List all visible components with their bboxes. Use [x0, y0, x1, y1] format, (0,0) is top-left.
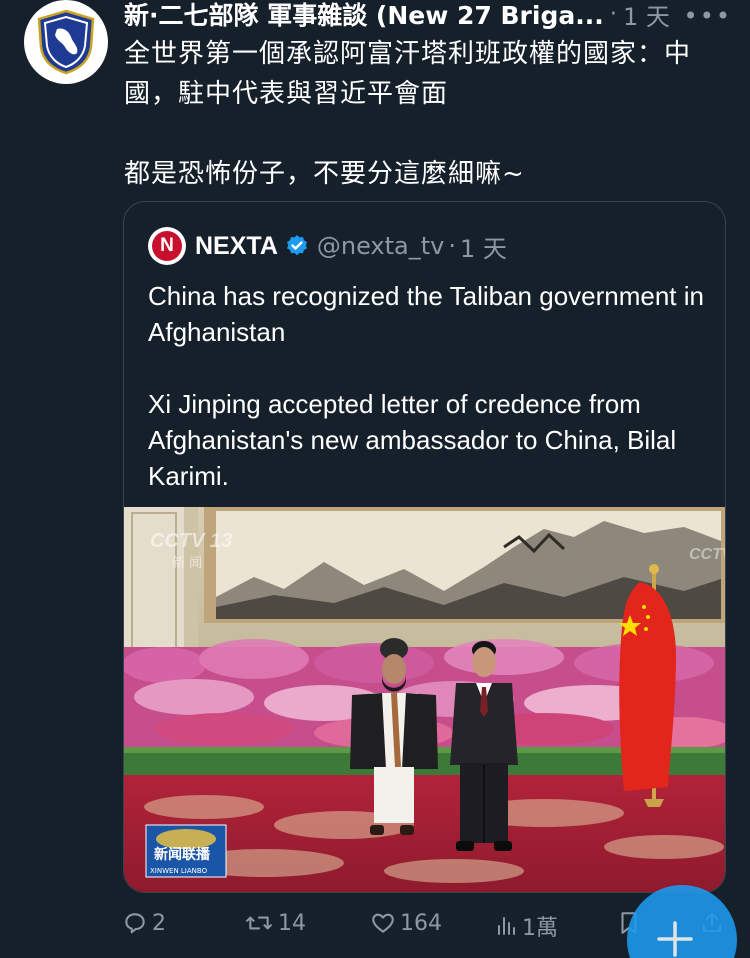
- ceremony-photo: CCTV 13 新 闻 CCTV 新闻联播 XINWEN LIANBO: [124, 507, 726, 892]
- quoted-tweet[interactable]: N NEXTA @nexta_tv · 1 天 China has recogn…: [123, 201, 726, 893]
- news-logo: 新闻联播: [154, 846, 211, 863]
- tweet-header: 新·二七部隊 軍事雜談 (New 27 Briga... · 1 天 •••: [124, 0, 732, 32]
- quote-separator: ·: [448, 232, 457, 260]
- cctv-sub: 新 闻: [172, 555, 202, 571]
- cctv-logo: CCTV 13: [150, 530, 232, 552]
- tweet-text: 全世界第一個承認阿富汗塔利班政權的國家：中國，駐中代表與習近平會面 都是恐怖份子…: [124, 39, 692, 189]
- news-logo-sub: XINWEN LIANBO: [150, 867, 208, 875]
- retweet-icon: [246, 916, 272, 930]
- quote-handle[interactable]: @nexta_tv: [317, 232, 445, 260]
- like-icon: [372, 913, 394, 933]
- verified-badge-icon: [285, 234, 309, 258]
- author-name[interactable]: 新·二七部隊 軍事雜談 (New 27 Briga...: [124, 0, 604, 32]
- compose-plus-icon: [657, 921, 693, 957]
- more-icon[interactable]: •••: [684, 2, 732, 30]
- views-count: 1萬: [522, 916, 558, 941]
- author-avatar[interactable]: [24, 0, 108, 84]
- quote-time[interactable]: 1 天: [460, 229, 507, 264]
- quote-text: China has recognized the Taliban governm…: [148, 281, 704, 491]
- views-button[interactable]: 1萬: [494, 910, 558, 942]
- retweet-count: 14: [278, 910, 306, 936]
- nexta-logo-icon[interactable]: N: [148, 227, 186, 265]
- reply-icon: [125, 913, 145, 934]
- retweet-button[interactable]: 14: [244, 910, 306, 936]
- nexta-logo-letter: N: [152, 231, 182, 261]
- reply-count: 2: [152, 910, 166, 936]
- tweet-time[interactable]: 1 天: [623, 0, 670, 32]
- like-count: 164: [400, 910, 442, 936]
- like-button[interactable]: 164: [370, 910, 442, 936]
- cctv-right-logo: CCTV: [689, 546, 726, 563]
- compose-button[interactable]: [627, 885, 737, 958]
- quote-author-name[interactable]: NEXTA: [195, 232, 278, 261]
- quote-header: N NEXTA @nexta_tv · 1 天: [148, 226, 507, 266]
- quote-photo[interactable]: CCTV 13 新 闻 CCTV 新闻联播 XINWEN LIANBO: [124, 507, 726, 892]
- shield-emblem-icon: [37, 9, 95, 75]
- header-separator: ·: [609, 1, 618, 27]
- views-icon: [498, 917, 515, 935]
- reply-button[interactable]: 2: [122, 910, 166, 936]
